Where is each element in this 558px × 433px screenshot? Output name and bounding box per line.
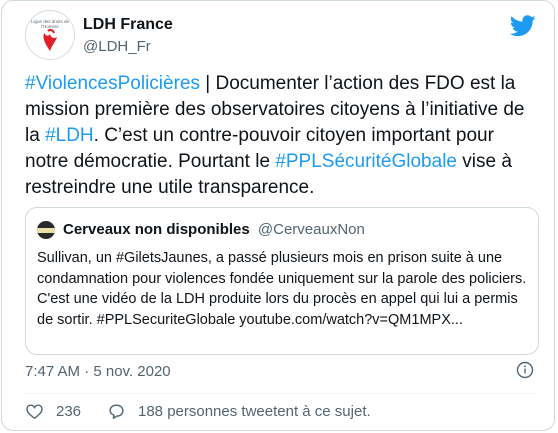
hashtag-violences-policieres[interactable]: #ViolencesPolicières	[25, 73, 200, 94]
author-name[interactable]: LDH France	[83, 15, 173, 35]
author-block: LDH France @LDH_Fr	[83, 15, 173, 57]
hashtag-ppl-securite-globale[interactable]: #PPLSécuritéGlobale	[275, 151, 457, 172]
avatar-stripe	[37, 228, 55, 233]
author-handle[interactable]: @LDH_Fr	[83, 37, 173, 57]
reply-text: 188 personnes tweetent à ce sujet.	[138, 403, 371, 420]
like-button[interactable]: 236	[25, 402, 81, 421]
like-count: 236	[56, 403, 82, 420]
info-icon[interactable]	[516, 361, 534, 379]
divider	[25, 393, 535, 394]
quoted-author-name: Cerveaux non disponibles	[63, 221, 250, 238]
ldh-logo-icon	[43, 28, 57, 51]
reply-button[interactable]: 188 personnes tweetent à ce sujet.	[107, 402, 371, 421]
twitter-bird-icon[interactable]	[510, 15, 536, 37]
tweet-timestamp[interactable]: 7:47 AM · 5 nov. 2020	[25, 363, 171, 380]
quoted-tweet-text: Sullivan, un #GiletsJaunes, a passé plus…	[37, 250, 527, 328]
tweet-body: #ViolencesPolicières | Documenter l’acti…	[25, 71, 535, 201]
quoted-tweet[interactable]: Cerveaux non disponibles @CerveauxNon Su…	[25, 207, 539, 355]
quoted-author-avatar	[37, 221, 55, 239]
quoted-author-handle: @CerveauxNon	[257, 221, 365, 238]
author-avatar[interactable]: Ligue des droits de l'Homme	[25, 10, 75, 60]
tweet-card: Ligue des droits de l'Homme LDH France @…	[1, 0, 555, 431]
comment-icon	[109, 404, 124, 419]
quoted-author: Cerveaux non disponibles @CerveauxNon	[63, 220, 365, 240]
hashtag-ldh[interactable]: #LDH	[45, 125, 94, 146]
heart-icon	[26, 404, 43, 420]
